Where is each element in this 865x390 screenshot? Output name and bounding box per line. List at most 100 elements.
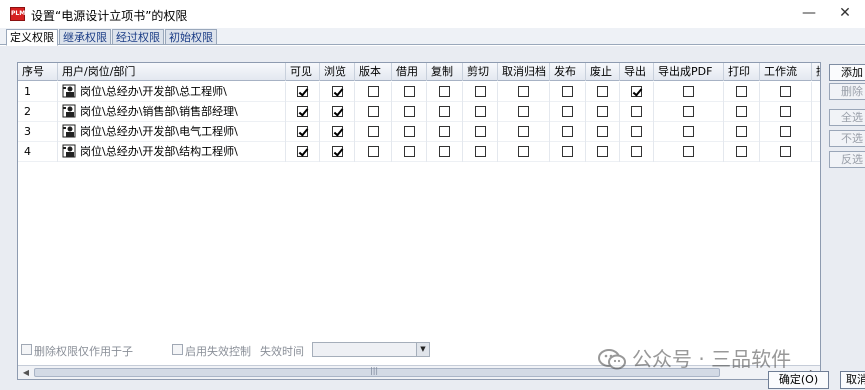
perm-export-pdf-checkbox[interactable] [683,106,694,117]
perm-cell [550,142,586,162]
perm-borrow-checkbox[interactable] [404,146,415,157]
perm-cut-checkbox[interactable] [475,126,486,137]
perm-print-checkbox[interactable] [736,146,747,157]
perm-abolish-checkbox[interactable] [597,126,608,137]
col-workflow[interactable]: 工作流 [760,63,812,81]
perm-cut-checkbox[interactable] [475,86,486,97]
perm-visible-checkbox[interactable] [297,106,308,117]
perm-visible-checkbox[interactable] [297,126,308,137]
perm-copy-checkbox[interactable] [439,86,450,97]
perm-cell [586,122,620,142]
col-user[interactable]: 用户/岗位/部门 [58,63,286,81]
perm-workflow-checkbox[interactable] [780,86,791,97]
perm-copy-checkbox[interactable] [439,146,450,157]
perm-print-checkbox[interactable] [736,106,747,117]
perm-workflow-checkbox[interactable] [780,106,791,117]
perm-cell [498,102,550,122]
col-seq[interactable]: 序号 [18,63,58,81]
perm-cell [286,142,320,162]
perm-browse-checkbox[interactable] [332,126,343,137]
perm-export-pdf-checkbox[interactable] [683,146,694,157]
tab-define-permissions[interactable]: 定义权限 [6,29,58,46]
perm-cut-checkbox[interactable] [475,106,486,117]
table-row[interactable]: 1 岗位\总经办\开发部\总工程师\ [18,82,820,102]
perm-abolish-checkbox[interactable] [597,86,608,97]
perm-visible-checkbox[interactable] [297,86,308,97]
minimize-button[interactable]: — [800,4,818,22]
perm-version-checkbox[interactable] [368,126,379,137]
select-none-button[interactable]: 不选 [829,130,865,147]
perm-unarchive-checkbox[interactable] [518,126,529,137]
enable-expire-checkbox[interactable] [172,344,183,355]
col-cut[interactable]: 剪切 [463,63,498,81]
perm-unarchive-checkbox[interactable] [518,146,529,157]
delete-only-children-checkbox[interactable] [21,344,32,355]
perm-version-checkbox[interactable] [368,146,379,157]
perm-export-checkbox[interactable] [631,126,642,137]
perm-browse-checkbox[interactable] [332,106,343,117]
perm-export-checkbox[interactable] [631,106,642,117]
col-version[interactable]: 版本 [355,63,392,81]
scroll-left-icon[interactable]: ◀ [19,366,33,379]
perm-publish-checkbox[interactable] [562,86,573,97]
perm-workflow-checkbox[interactable] [780,146,791,157]
ok-button[interactable]: 确定(O) [768,371,829,389]
perm-browse-checkbox[interactable] [332,86,343,97]
perm-export-checkbox[interactable] [631,146,642,157]
perm-export-checkbox[interactable] [631,86,642,97]
perm-version-checkbox[interactable] [368,86,379,97]
col-unarchive[interactable]: 取消归档 [498,63,550,81]
tab-initial-permissions[interactable]: 初始权限 [165,29,217,45]
tab-passed-permissions[interactable]: 经过权限 [112,29,164,45]
col-abolish[interactable]: 废止 [586,63,620,81]
perm-abolish-checkbox[interactable] [597,146,608,157]
col-borrow[interactable]: 借用 [392,63,427,81]
perm-cell [427,142,463,162]
perm-unarchive-checkbox[interactable] [518,86,529,97]
row-user-path: 岗位\总经办\销售部\销售部经理\ [80,105,238,118]
chevron-down-icon[interactable]: ▼ [416,343,429,356]
perm-publish-checkbox[interactable] [562,126,573,137]
col-publish[interactable]: 发布 [550,63,586,81]
perm-version-checkbox[interactable] [368,106,379,117]
perm-publish-checkbox[interactable] [562,146,573,157]
col-authorize[interactable]: 授 [812,63,820,81]
col-export-pdf[interactable]: 导出成PDF [654,63,724,81]
perm-cut-checkbox[interactable] [475,146,486,157]
invert-selection-button[interactable]: 反选 [829,151,865,168]
perm-cell [463,102,498,122]
close-button[interactable]: ✕ [836,4,854,22]
col-copy[interactable]: 复制 [427,63,463,81]
table-row[interactable]: 2 岗位\总经办\销售部\销售部经理\ [18,102,820,122]
perm-copy-checkbox[interactable] [439,106,450,117]
perm-borrow-checkbox[interactable] [404,106,415,117]
perm-export-pdf-checkbox[interactable] [683,86,694,97]
table-row[interactable]: 4 岗位\总经办\开发部\结构工程师\ [18,142,820,162]
cancel-button[interactable]: 取消 [840,371,865,389]
tab-inherited-permissions[interactable]: 继承权限 [59,29,111,45]
col-browse[interactable]: 浏览 [320,63,355,81]
perm-publish-checkbox[interactable] [562,106,573,117]
perm-copy-checkbox[interactable] [439,126,450,137]
add-button[interactable]: 添加 [829,64,865,81]
perm-abolish-checkbox[interactable] [597,106,608,117]
expire-time-select[interactable]: ▼ [312,342,430,357]
perm-cell [812,122,820,142]
col-export[interactable]: 导出 [620,63,654,81]
perm-print-checkbox[interactable] [736,86,747,97]
col-print[interactable]: 打印 [724,63,760,81]
perm-borrow-checkbox[interactable] [404,126,415,137]
perm-unarchive-checkbox[interactable] [518,106,529,117]
perm-cell [812,142,820,162]
delete-button[interactable]: 删除 [829,83,865,100]
table-row[interactable]: 3 岗位\总经办\开发部\电气工程师\ [18,122,820,142]
perm-print-checkbox[interactable] [736,126,747,137]
perm-cell [586,142,620,162]
perm-browse-checkbox[interactable] [332,146,343,157]
select-all-button[interactable]: 全选 [829,109,865,126]
perm-visible-checkbox[interactable] [297,146,308,157]
col-visible[interactable]: 可见 [286,63,320,81]
perm-borrow-checkbox[interactable] [404,86,415,97]
perm-workflow-checkbox[interactable] [780,126,791,137]
perm-export-pdf-checkbox[interactable] [683,126,694,137]
